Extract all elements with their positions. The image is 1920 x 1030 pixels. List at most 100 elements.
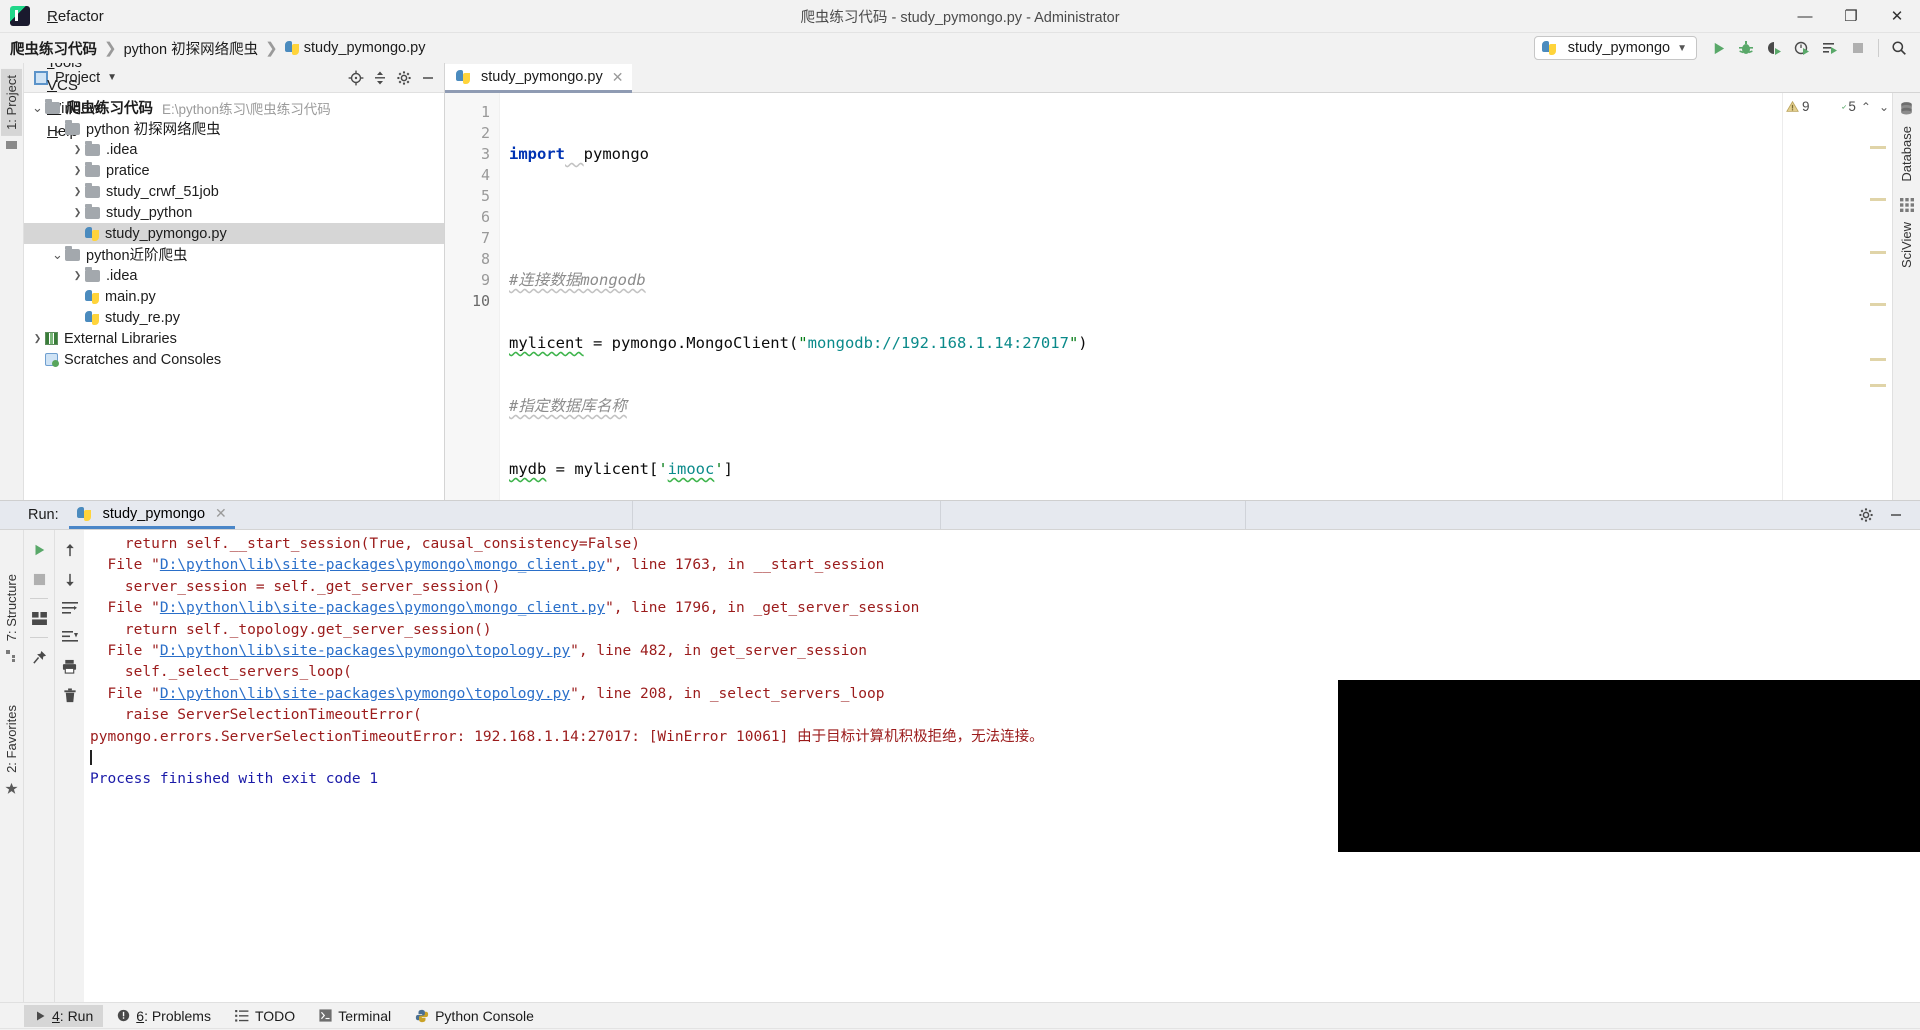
run-toolbar-primary[interactable] — [24, 530, 54, 1002]
line-number-gutter: 1 2 3 4 5 6 7 8 9 10 — [445, 93, 500, 500]
menu-vcs[interactable]: VCS — [38, 74, 115, 97]
toolwindow-label: 4: Run — [52, 1007, 94, 1024]
search-everywhere-button[interactable] — [1886, 35, 1912, 61]
console-file-link[interactable]: D:\python\lib\site-packages\pymongo\mong… — [160, 600, 605, 616]
toolwindow-terminal[interactable]: Terminal — [309, 1005, 401, 1027]
tree-node-python[interactable]: ⌄ python近阶爬虫 — [24, 244, 444, 265]
minimize-button[interactable]: — — [1782, 0, 1828, 33]
toolwindow-todo[interactable]: TODO — [225, 1005, 305, 1027]
tree-node-label: study_re.py — [105, 309, 180, 326]
right-tool-strip[interactable]: Database SciView — [1892, 93, 1920, 500]
breadcrumb[interactable]: 爬虫练习代码 ❯ python 初探网络爬虫 ❯ study_pymongo.py — [10, 38, 425, 59]
coverage-button[interactable] — [1761, 35, 1787, 61]
todo-icon — [235, 1009, 249, 1022]
run-toolbar-secondary[interactable] — [54, 530, 84, 1002]
chevron-down-icon[interactable]: ⌄ — [50, 247, 65, 263]
rerun-button[interactable] — [28, 540, 50, 560]
left-tool-strip[interactable]: 1: Project — [0, 63, 24, 500]
down-the-stack-trace-button[interactable] — [59, 569, 81, 589]
profile-button[interactable] — [1789, 35, 1815, 61]
sidebar-tab-database[interactable]: Database — [1896, 120, 1917, 188]
project-tree[interactable]: ⌄ 爬虫练习代码 E:\python练习\爬虫练习代码 ⌄ python 初探网络爬虫 ❯… — [24, 93, 444, 500]
run-with-console-button[interactable] — [1817, 35, 1843, 61]
chevron-right-icon[interactable]: ❯ — [70, 165, 85, 176]
sidebar-tab-project[interactable]: 1: Project — [1, 69, 22, 136]
close-icon[interactable]: ✕ — [215, 505, 227, 522]
print-button[interactable] — [59, 656, 81, 676]
toolwindow-4run[interactable]: 4: Run — [24, 1004, 104, 1027]
line-number: 9 — [480, 271, 490, 289]
clear-all-button[interactable] — [59, 685, 81, 705]
stripe-marker[interactable] — [1870, 384, 1886, 387]
tree-node-.idea[interactable]: ❯ .idea — [24, 139, 444, 160]
chevron-right-icon[interactable]: ❯ — [70, 207, 85, 218]
editor-tab-bar[interactable]: study_pymongo.py ✕ — [445, 63, 1920, 93]
code-line-6: mydb = mylicent['imooc'] — [509, 460, 734, 478]
breadcrumb-item-2[interactable]: python 初探网络爬虫 — [124, 38, 259, 59]
code-area[interactable]: import pymongo #连接数据mongodb mylicent = p… — [500, 93, 1782, 500]
up-the-stack-trace-button[interactable] — [59, 540, 81, 560]
editor-tab-study-pymongo[interactable]: study_pymongo.py ✕ — [445, 64, 633, 93]
previous-highlight-icon[interactable]: ⌃ — [1858, 100, 1874, 114]
gear-icon[interactable] — [1854, 503, 1878, 527]
tree-node-scratchesandconsoles[interactable]: Scratches and Consoles — [24, 349, 444, 370]
inspection-counts: 9 — [1783, 93, 1840, 120]
inspection-widget[interactable]: 9 — [1782, 93, 1840, 500]
breadcrumb-item-1[interactable]: 爬虫练习代码 — [10, 38, 97, 59]
run-button[interactable] — [1705, 35, 1731, 61]
toolwindow-6problems[interactable]: 6: Problems — [107, 1005, 221, 1027]
layout-button[interactable] — [28, 608, 50, 628]
scroll-to-end-button[interactable] — [59, 627, 81, 647]
sidebar-tab-favorites[interactable]: 2: Favorites — [1, 699, 22, 779]
menu-refactor[interactable]: Refactor — [38, 5, 115, 28]
hide-run-panel-icon[interactable] — [1884, 503, 1908, 527]
breadcrumb-separator: ❯ — [265, 40, 278, 57]
window-controls[interactable]: — ❐ ✕ — [1782, 0, 1920, 33]
console-file-link[interactable]: D:\python\lib\site-packages\pymongo\topo… — [160, 686, 570, 702]
sidebar-tab-structure[interactable]: 7: Structure — [1, 568, 22, 647]
stripe-marker[interactable] — [1870, 303, 1886, 306]
run-configuration-selector[interactable]: study_pymongo ▼ — [1533, 36, 1697, 60]
chevron-right-icon[interactable]: ❯ — [70, 270, 85, 281]
stop-button[interactable] — [1845, 35, 1871, 61]
close-button[interactable]: ✕ — [1874, 0, 1920, 33]
chevron-right-icon[interactable]: ❯ — [70, 186, 85, 197]
tree-node-study_crwf_51job[interactable]: ❯ study_crwf_51job — [24, 181, 444, 202]
stripe-marker[interactable] — [1870, 251, 1886, 254]
stripe-marker[interactable] — [1870, 358, 1886, 361]
tree-node-study_re.py[interactable]: study_re.py — [24, 307, 444, 328]
pin-tab-button[interactable] — [28, 647, 50, 667]
tree-node-study_python[interactable]: ❯ study_python — [24, 202, 444, 223]
tool-window-bar[interactable]: 4: Run 6: Problems TODO Terminal Python Cons… — [0, 1002, 1920, 1028]
tree-node-.idea[interactable]: ❯ .idea — [24, 265, 444, 286]
run-tab-study-pymongo[interactable]: study_pymongo ✕ — [68, 501, 235, 529]
tree-node-externallibraries[interactable]: ❯ External Libraries — [24, 328, 444, 349]
stripe-marker[interactable] — [1870, 198, 1886, 201]
stripe-marker[interactable] — [1870, 146, 1886, 149]
console-file-link[interactable]: D:\python\lib\site-packages\pymongo\topo… — [160, 643, 570, 659]
error-stripe-markers[interactable]: 5 ⌃ ⌄ — [1840, 93, 1892, 500]
tree-node-study_pymongo.py[interactable]: study_pymongo.py — [24, 223, 444, 244]
tree-node-main.py[interactable]: main.py — [24, 286, 444, 307]
chevron-right-icon[interactable]: ❯ — [70, 144, 85, 155]
debug-button[interactable] — [1733, 35, 1759, 61]
close-icon[interactable]: ✕ — [612, 69, 624, 86]
stop-button[interactable] — [28, 569, 50, 589]
breadcrumb-item-3[interactable]: study_pymongo.py — [284, 40, 425, 56]
console-file-link[interactable]: D:\python\lib\site-packages\pymongo\mong… — [160, 557, 605, 573]
chevron-right-icon[interactable]: ❯ — [30, 333, 45, 344]
tree-node-pratice[interactable]: ❯ pratice — [24, 160, 444, 181]
run-left-strip[interactable]: 7: Structure 2: Favorites — [0, 530, 24, 1002]
run-panel-header-actions[interactable] — [1854, 503, 1920, 527]
maximize-button[interactable]: ❐ — [1828, 0, 1874, 33]
menu-bar[interactable]: FileEditViewNavigateCodeRefactorRunTools… — [38, 0, 115, 143]
settings-gear-icon[interactable] — [392, 66, 416, 90]
sidebar-tab-sciview[interactable]: SciView — [1896, 216, 1917, 274]
next-highlight-icon[interactable]: ⌄ — [1876, 100, 1892, 114]
toolwindow-pythonconsole[interactable]: Python Console — [405, 1005, 544, 1027]
locate-icon[interactable] — [344, 66, 368, 90]
run-configuration-toolbar[interactable]: study_pymongo ▼ — [1533, 35, 1920, 61]
hide-panel-icon[interactable] — [416, 66, 440, 90]
collapse-all-icon[interactable] — [368, 66, 392, 90]
soft-wrap-button[interactable] — [59, 598, 81, 618]
